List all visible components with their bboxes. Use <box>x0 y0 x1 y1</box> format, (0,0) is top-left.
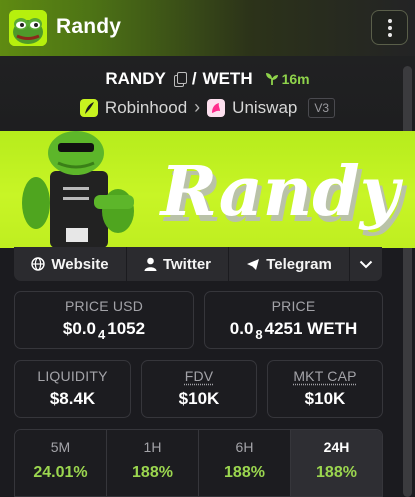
pair-separator: / <box>191 69 197 88</box>
uniswap-unicorn-icon <box>207 98 226 117</box>
pepe-frog-icon[interactable] <box>9 10 47 46</box>
chevron-down-icon <box>359 260 373 268</box>
banner-wordmark: Randy <box>159 152 404 232</box>
change-5m: 24.01% <box>33 464 88 481</box>
tab-1h[interactable]: 1H 188% <box>107 430 199 496</box>
base-token: RANDY <box>105 69 166 88</box>
website-link[interactable]: Website <box>14 247 127 281</box>
price-value: 0.0 8 4251 WETH <box>229 319 358 342</box>
pair-age: 16m <box>265 71 310 87</box>
change-24h: 188% <box>316 464 357 481</box>
app-title: Randy <box>56 15 122 38</box>
more-links-button[interactable] <box>350 247 382 281</box>
timeframe-tabs: 5M 24.01% 1H 188% 6H 188% 24H 188% <box>14 429 383 497</box>
pair-info: RANDY / WETH 16m Robinhood › Uniswap V3 <box>0 56 415 131</box>
token-banner: Randy Randy <box>0 131 415 248</box>
robinhood-feather-icon <box>79 98 98 117</box>
user-icon <box>144 257 157 271</box>
tab-5m[interactable]: 5M 24.01% <box>15 430 107 496</box>
mkt-cap-value: $10K <box>304 389 346 408</box>
mkt-cap-label: MKT CAP <box>293 368 357 384</box>
dex-name[interactable]: Uniswap <box>232 98 297 118</box>
liquidity-label: LIQUIDITY <box>37 368 108 384</box>
tab-6h[interactable]: 6H 188% <box>199 430 291 496</box>
menu-button[interactable] <box>371 10 408 45</box>
liquidity-value: $8.4K <box>49 389 96 408</box>
vertical-dots-icon <box>387 18 392 23</box>
price-usd-label: PRICE USD <box>64 298 144 314</box>
chevron-right-icon: › <box>194 97 201 117</box>
price-usd-card: PRICE USD $0.0 4 1052 <box>14 291 194 349</box>
fdv-label: FDV <box>184 368 214 384</box>
price-card: PRICE 0.0 8 4251 WETH <box>204 291 383 349</box>
top-bar: Randy <box>0 0 415 56</box>
quote-token: WETH <box>202 69 253 88</box>
version-badge: V3 <box>308 97 336 118</box>
price-usd-value: $0.0 4 1052 <box>62 319 146 342</box>
telegram-link[interactable]: Telegram <box>229 247 350 281</box>
fdv-value: $10K <box>178 389 220 408</box>
liquidity-card: LIQUIDITY $8.4K <box>14 360 131 418</box>
chain-name[interactable]: Robinhood <box>105 98 187 118</box>
tab-24h[interactable]: 24H 188% <box>291 430 382 496</box>
copy-icon[interactable] <box>173 72 187 87</box>
twitter-link[interactable]: Twitter <box>127 247 229 281</box>
change-1h: 188% <box>132 464 173 481</box>
social-links: Website Twitter Telegram <box>14 247 382 281</box>
change-6h: 188% <box>224 464 265 481</box>
seedling-icon <box>265 73 278 85</box>
randy-character-image <box>22 131 134 248</box>
globe-icon <box>31 257 46 271</box>
price-label: PRICE <box>271 298 316 314</box>
telegram-plane-icon <box>247 258 260 270</box>
mkt-cap-card: MKT CAP $10K <box>267 360 383 418</box>
fdv-card: FDV $10K <box>141 360 257 418</box>
